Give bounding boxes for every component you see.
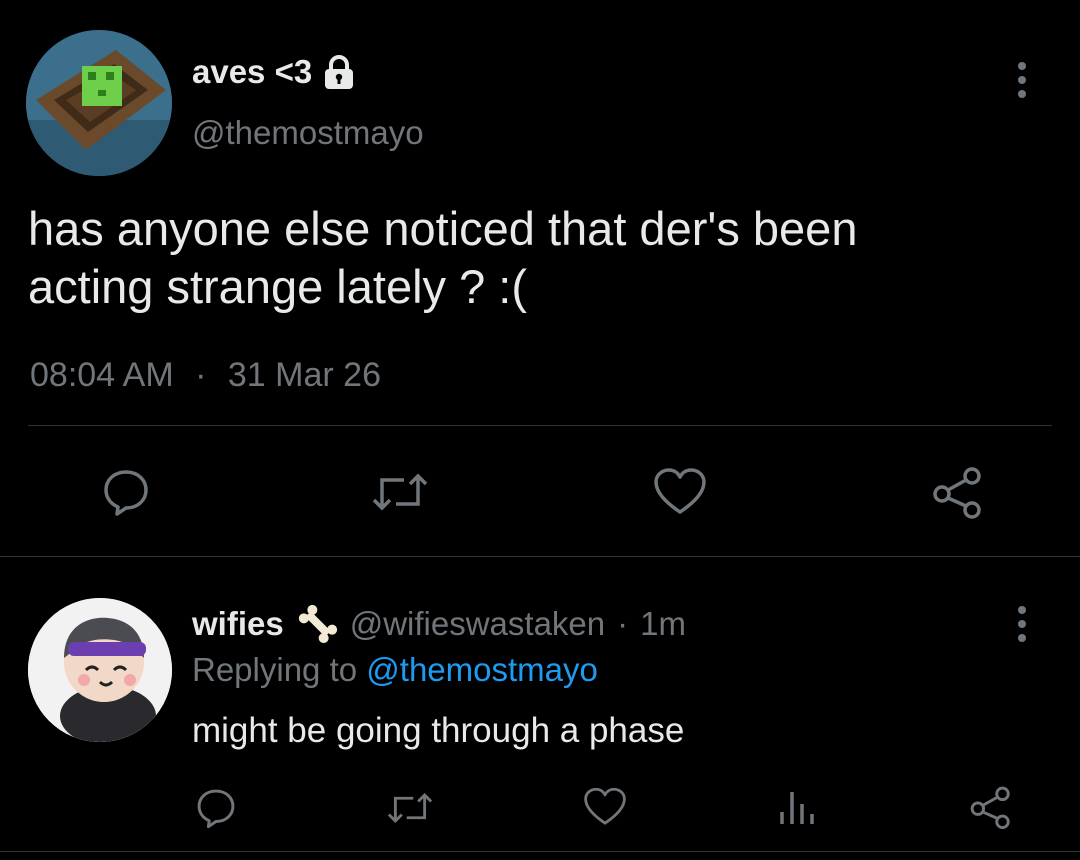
user-handle[interactable]: @themostmayo bbox=[192, 114, 424, 152]
time: 08:04 AM bbox=[30, 356, 174, 394]
avatar[interactable] bbox=[26, 30, 172, 176]
date: 31 Mar 26 bbox=[227, 356, 381, 394]
tweet-text-line-1: has anyone else noticed that der's been bbox=[28, 202, 858, 255]
analytics-icon[interactable] bbox=[776, 786, 816, 828]
share-icon[interactable] bbox=[968, 784, 1014, 830]
share-icon[interactable] bbox=[930, 464, 986, 520]
tweet-text: has anyone else noticed that der's been … bbox=[28, 200, 857, 316]
retweet-icon[interactable] bbox=[368, 468, 432, 516]
reply-icon[interactable] bbox=[100, 466, 152, 518]
replying-to-handle[interactable]: @themostmayo bbox=[366, 651, 598, 688]
display-name[interactable]: aves <3 bbox=[192, 53, 312, 91]
tweet-text-line-2: acting strange lately ? :( bbox=[28, 260, 527, 313]
display-name[interactable]: wifies bbox=[192, 605, 284, 643]
separator-dot: · bbox=[195, 356, 207, 394]
divider bbox=[28, 425, 1052, 426]
user-handle[interactable]: @wifieswastaken bbox=[350, 605, 605, 643]
more-options-icon[interactable] bbox=[1018, 62, 1026, 104]
more-options-icon[interactable] bbox=[1018, 606, 1026, 648]
reply-header: wifies @wifieswastaken · 1m bbox=[192, 602, 686, 646]
heart-icon[interactable] bbox=[652, 466, 708, 518]
timestamp[interactable]: 08:04 AM · 31 Mar 26 bbox=[30, 356, 381, 395]
replying-to: Replying to @themostmayo bbox=[192, 651, 598, 689]
post-age[interactable]: 1m bbox=[640, 605, 686, 643]
replying-to-label: Replying to bbox=[192, 651, 358, 688]
lock-icon bbox=[320, 53, 358, 91]
display-name-row: aves <3 bbox=[192, 52, 358, 92]
heart-icon[interactable] bbox=[582, 786, 628, 828]
separator-dot: · bbox=[617, 605, 629, 642]
bone-icon bbox=[296, 602, 340, 646]
reply-icon[interactable] bbox=[194, 786, 238, 830]
tweet-text: might be going through a phase bbox=[192, 711, 685, 750]
divider bbox=[0, 851, 1080, 852]
avatar[interactable] bbox=[28, 598, 172, 742]
divider bbox=[0, 556, 1080, 557]
retweet-icon[interactable] bbox=[384, 788, 436, 828]
